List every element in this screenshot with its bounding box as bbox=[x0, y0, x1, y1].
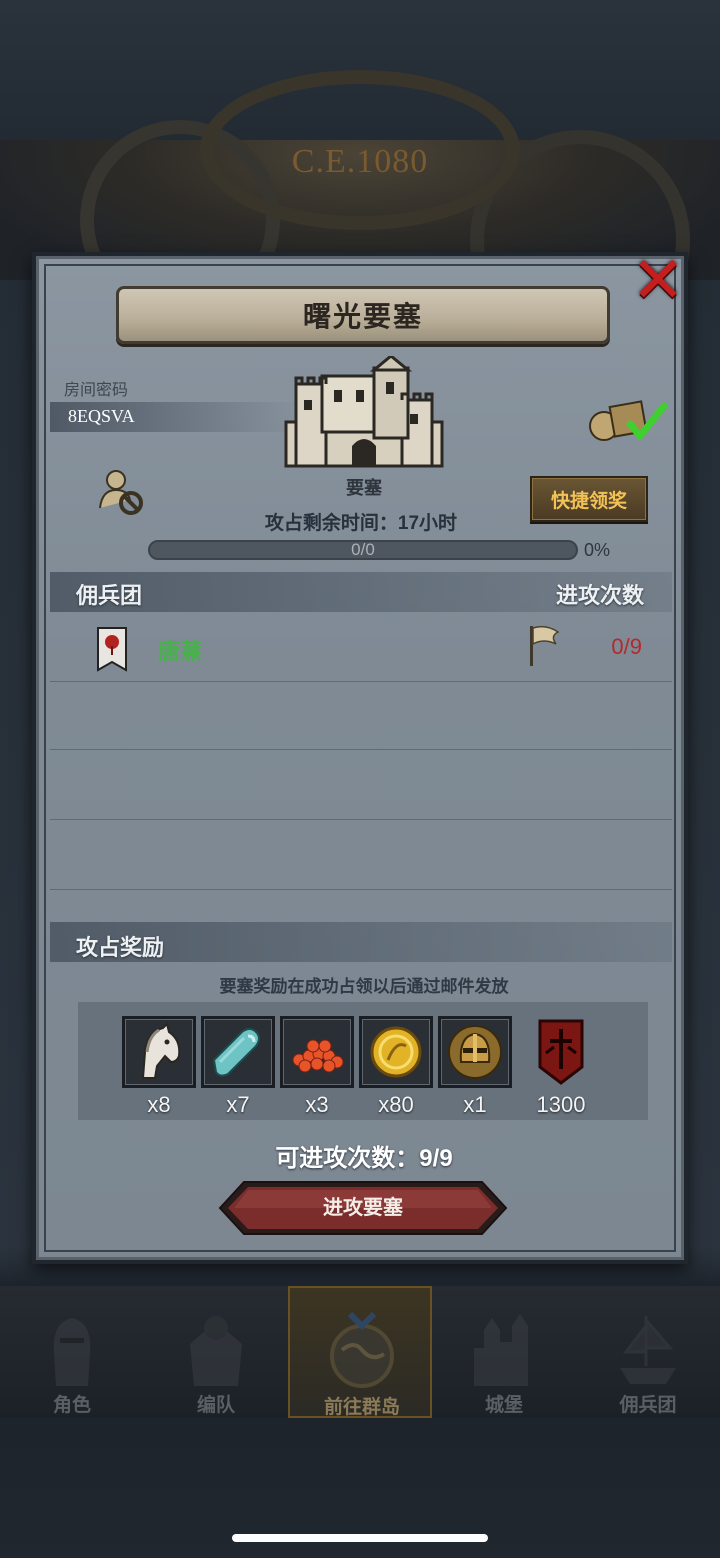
remaining-time: 攻占剩余时间：17小时 bbox=[264, 513, 458, 534]
quick-claim-label: 快捷领奖 bbox=[550, 490, 627, 512]
reward-slot bbox=[201, 1016, 275, 1088]
room-password-label: 房间密码 bbox=[64, 382, 129, 399]
reward-qty: 1300 bbox=[536, 1092, 586, 1117]
reward-item[interactable]: x80 bbox=[359, 1016, 433, 1118]
mercenary-attack-count: 0/9 bbox=[611, 634, 642, 659]
attack-remaining: 可进攻次数：9/9 bbox=[275, 1145, 453, 1172]
reward-slot bbox=[524, 1016, 598, 1088]
reward-slot bbox=[122, 1016, 196, 1088]
empty-row bbox=[50, 682, 672, 750]
sword-banner-icon bbox=[538, 1019, 584, 1085]
gold-coin-icon bbox=[370, 1026, 422, 1078]
era-label: C.E.1080 bbox=[291, 143, 429, 180]
reward-qty: x3 bbox=[305, 1092, 329, 1117]
empty-row bbox=[50, 752, 672, 820]
rewards-section-title: 攻占奖励 bbox=[76, 935, 165, 960]
cloth-icon bbox=[212, 1028, 260, 1077]
reward-bag-check-icon[interactable] bbox=[586, 394, 668, 444]
reward-item[interactable]: x8 bbox=[122, 1016, 196, 1118]
reward-qty: x8 bbox=[147, 1092, 171, 1117]
dialog-title: 曙光要塞 bbox=[302, 301, 423, 332]
attack-button-label: 进攻要塞 bbox=[323, 1197, 403, 1219]
home-indicator[interactable] bbox=[232, 1534, 488, 1542]
nav-label: 前往群岛 bbox=[323, 1397, 400, 1418]
mercenary-name: 唐蒹 bbox=[158, 639, 203, 664]
reward-item[interactable]: x7 bbox=[201, 1016, 275, 1118]
nav-item-formation[interactable]: 编队 bbox=[144, 1286, 288, 1418]
reward-item[interactable]: x3 bbox=[280, 1016, 354, 1118]
horse-icon bbox=[141, 1022, 181, 1079]
reward-item[interactable]: 1300 bbox=[524, 1016, 598, 1118]
nav-item-character[interactable]: 角色 bbox=[0, 1286, 144, 1418]
fortress-dialog: ✕ 曙光要塞 房间密码 8EQSVA 要塞 快捷领奖 攻占剩余时间：17小时 0… bbox=[32, 248, 690, 1264]
game-screen: C.E.1080 ✕ 曙光要塞 房间密码 8EQSVA 要塞 快捷领奖 攻占剩余… bbox=[0, 0, 720, 1558]
globe-icon bbox=[330, 1311, 394, 1388]
reward-note: 要塞奖励在成功占领以后通过邮件发放 bbox=[219, 977, 509, 996]
empty-row bbox=[50, 822, 672, 890]
reward-qty: x7 bbox=[226, 1092, 250, 1117]
progress-count: 0/0 bbox=[351, 540, 375, 559]
title-banner: 曙光要塞 bbox=[116, 286, 610, 344]
fortress-label: 要塞 bbox=[346, 478, 382, 498]
fortress-icon bbox=[284, 356, 444, 468]
reward-qty: x80 bbox=[378, 1092, 414, 1117]
roe-icon bbox=[292, 1039, 344, 1073]
nav-label: 角色 bbox=[52, 1395, 91, 1416]
nav-item-islands[interactable]: 前往群岛 bbox=[288, 1286, 432, 1418]
mercenary-section-title: 佣兵团 bbox=[76, 583, 143, 608]
progress-percent: 0% bbox=[584, 540, 611, 560]
reward-slot bbox=[438, 1016, 512, 1088]
nav-item-castle[interactable]: 城堡 bbox=[432, 1286, 576, 1418]
helmet-icon bbox=[448, 1025, 502, 1079]
armor-icon bbox=[190, 1316, 242, 1386]
nav-label: 编队 bbox=[196, 1395, 235, 1416]
reward-slot bbox=[280, 1016, 354, 1088]
nav-label: 佣兵团 bbox=[619, 1395, 677, 1416]
quick-claim-button[interactable]: 快捷领奖 bbox=[530, 476, 648, 522]
close-button[interactable]: ✕ bbox=[626, 248, 690, 314]
attack-fortress-button[interactable]: 进攻要塞 bbox=[218, 1180, 508, 1236]
no-user-icon[interactable] bbox=[98, 468, 146, 516]
reward-slot bbox=[359, 1016, 433, 1088]
nav-label: 城堡 bbox=[484, 1395, 523, 1416]
nav-item-mercenary[interactable]: 佣兵团 bbox=[576, 1286, 720, 1418]
guild-banner-icon bbox=[97, 627, 127, 672]
knight-icon bbox=[53, 1318, 91, 1386]
reward-item[interactable]: x1 bbox=[438, 1016, 512, 1118]
table-row[interactable] bbox=[50, 614, 672, 682]
flag-icon bbox=[530, 625, 560, 666]
attack-count-header: 进攻次数 bbox=[555, 583, 644, 608]
ship-icon bbox=[620, 1316, 676, 1384]
reward-qty: x1 bbox=[463, 1092, 487, 1117]
room-code: 8EQSVA bbox=[68, 406, 135, 426]
castle-icon bbox=[474, 1314, 528, 1386]
